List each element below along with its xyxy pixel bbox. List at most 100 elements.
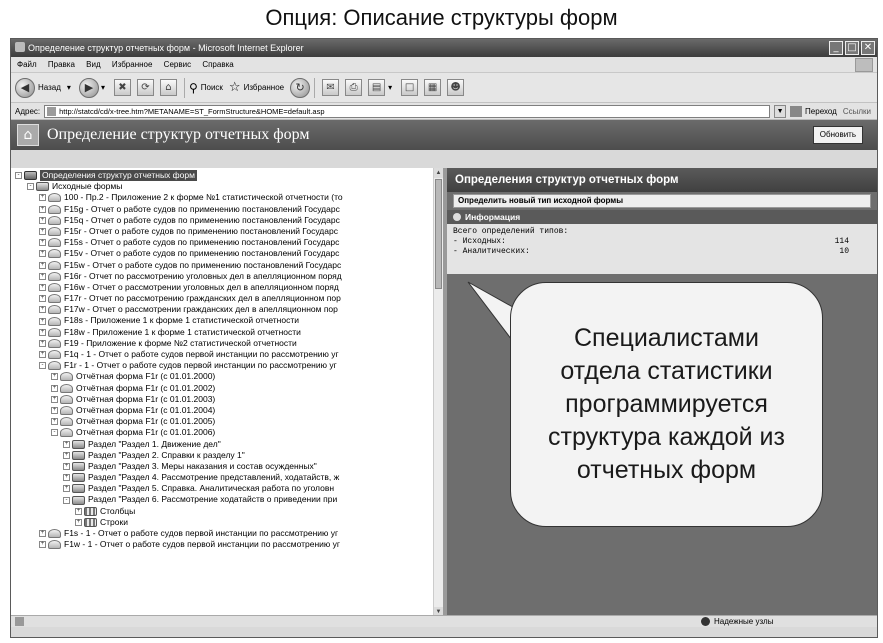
expand-icon[interactable]: + bbox=[63, 451, 70, 459]
address-dropdown-icon[interactable]: ▼ bbox=[774, 104, 787, 118]
mail-icon[interactable]: ✉ bbox=[322, 79, 340, 96]
expand-icon[interactable]: + bbox=[63, 440, 70, 448]
tree-node[interactable]: + Раздел "Раздел 4. Рассмотрение представ… bbox=[15, 472, 433, 483]
forward-arrow-icon[interactable]: ▶ bbox=[78, 77, 99, 98]
tree-vertical-scrollbar[interactable]: ▲ ▼ bbox=[433, 168, 443, 617]
expand-icon[interactable]: + bbox=[39, 530, 46, 538]
expand-icon[interactable]: + bbox=[39, 541, 46, 549]
tree-node[interactable]: + F15g - Отчет о работе судов по применен… bbox=[15, 204, 433, 215]
menu-edit[interactable]: Правка bbox=[48, 60, 75, 69]
tree-node-label[interactable]: F1r - 1 - Отчет о работе судов первой ин… bbox=[64, 360, 337, 371]
tree-node[interactable]: + F15r - Отчет о работе судов по применен… bbox=[15, 226, 433, 237]
address-input[interactable]: http://statcd/cd/x-tree.htm?METANAME=ST_… bbox=[44, 104, 771, 118]
collapse-icon[interactable]: - bbox=[63, 496, 70, 504]
expand-icon[interactable]: + bbox=[51, 395, 58, 403]
tree-node-label[interactable]: F15v - Отчет о работе судов по применени… bbox=[64, 248, 339, 259]
tree-node-label[interactable]: Раздел "Раздел 5. Справка. Аналитическая… bbox=[88, 483, 334, 494]
tree-node-label[interactable]: Отчётная форма F1r (с 01.01.2003) bbox=[76, 394, 215, 405]
expand-icon[interactable]: + bbox=[39, 317, 46, 325]
tree-node-label[interactable]: F17w - Отчет о рассмотрении гражданских … bbox=[64, 304, 338, 315]
tree-node-label[interactable]: F16w - Отчет о рассмотрении уголовных де… bbox=[64, 282, 339, 293]
messenger-icon[interactable]: ☻ bbox=[447, 79, 465, 96]
expand-icon[interactable]: + bbox=[39, 261, 46, 269]
tree-node[interactable]: + F17w - Отчет о рассмотрении гражданских… bbox=[15, 304, 433, 315]
tree-node[interactable]: - F1r - 1 - Отчет о работе судов первой и… bbox=[15, 360, 433, 371]
tree-node[interactable]: + F17r - Отчет по рассмотрению граждански… bbox=[15, 293, 433, 304]
menu-favorites[interactable]: Избранное bbox=[112, 60, 153, 69]
tree-node[interactable]: + F15w - Отчет о работе судов по применен… bbox=[15, 260, 433, 271]
expand-icon[interactable]: + bbox=[39, 339, 46, 347]
tree-node-label[interactable]: Раздел "Раздел 4. Рассмотрение представл… bbox=[88, 472, 339, 483]
scroll-thumb[interactable] bbox=[435, 179, 442, 289]
tree-node[interactable]: + Отчётная форма F1r (с 01.01.2002) bbox=[15, 383, 433, 394]
tree-node-label[interactable]: Раздел "Раздел 6. Рассмотрение ходатайст… bbox=[88, 494, 337, 505]
expand-icon[interactable]: + bbox=[51, 384, 58, 392]
minimize-button[interactable]: _ bbox=[829, 41, 843, 55]
refresh-icon[interactable]: ⟳ bbox=[136, 79, 154, 96]
tree-node[interactable]: + F15s - Отчет о работе судов по применен… bbox=[15, 237, 433, 248]
tree-node-label[interactable]: F18w - Приложение 1 к форме 1 статистиче… bbox=[64, 327, 301, 338]
tree-node-label[interactable]: Отчётная форма F1r (с 01.01.2006) bbox=[76, 427, 215, 438]
tree-node[interactable]: + F15v - Отчет о работе судов по применен… bbox=[15, 248, 433, 259]
tree-node[interactable]: + Отчётная форма F1r (с 01.01.2004) bbox=[15, 405, 433, 416]
tree-node-label[interactable]: Отчётная форма F1r (с 01.01.2005) bbox=[76, 416, 215, 427]
info-section-header[interactable]: Информация bbox=[447, 210, 877, 224]
tree-node[interactable]: + F16r - Отчет по рассмотрению уголовных … bbox=[15, 271, 433, 282]
expand-icon[interactable]: + bbox=[51, 373, 58, 381]
expand-icon[interactable]: + bbox=[39, 205, 46, 213]
discuss-icon[interactable]: □ bbox=[401, 79, 419, 96]
go-button[interactable]: Переход bbox=[805, 107, 837, 116]
forward-dropdown-icon[interactable]: ▾ bbox=[101, 83, 105, 92]
tree-node-label[interactable]: F15q - Отчет о работе судов по применени… bbox=[64, 215, 340, 226]
tree-node-label[interactable]: Исходные формы bbox=[52, 181, 122, 192]
tree-node[interactable]: + F1s - 1 - Отчет о работе судов первой и… bbox=[15, 528, 433, 539]
tree-node[interactable]: + F1w - 1 - Отчет о работе судов первой и… bbox=[15, 539, 433, 550]
tree-node-label[interactable]: F18s - Приложение 1 к форме 1 статистиче… bbox=[64, 315, 299, 326]
expand-icon[interactable]: + bbox=[63, 474, 70, 482]
expand-icon[interactable]: + bbox=[39, 272, 46, 280]
history-icon[interactable]: ↻ bbox=[290, 77, 311, 98]
expand-icon[interactable]: + bbox=[63, 462, 70, 470]
maximize-button[interactable]: □ bbox=[845, 41, 859, 55]
menu-file[interactable]: Файл bbox=[17, 60, 37, 69]
tree-node-label[interactable]: F19 - Приложение к форме №2 статистическ… bbox=[64, 338, 297, 349]
tree-node[interactable]: + Раздел "Раздел 5. Справка. Аналитическа… bbox=[15, 483, 433, 494]
tree-node-label[interactable]: F1w - 1 - Отчет о работе судов первой ин… bbox=[64, 539, 340, 550]
edit-dropdown-icon[interactable]: ▾ bbox=[388, 83, 392, 92]
address-url[interactable]: http://statcd/cd/x-tree.htm?METANAME=ST_… bbox=[59, 106, 324, 117]
tree-node-label[interactable]: F15w - Отчет о работе судов по применени… bbox=[64, 260, 341, 271]
research-icon[interactable]: ▦ bbox=[424, 79, 442, 96]
tree-node-label[interactable]: Раздел "Раздел 2. Справки к разделу 1" bbox=[88, 450, 245, 461]
tree-node[interactable]: - Исходные формы bbox=[15, 181, 433, 192]
menu-tools[interactable]: Сервис bbox=[164, 60, 191, 69]
tree-node[interactable]: + Столбцы bbox=[15, 506, 433, 517]
expand-icon[interactable]: + bbox=[39, 239, 46, 247]
search-icon[interactable]: ⚲ bbox=[189, 81, 198, 95]
tree-node[interactable]: + Раздел "Раздел 3. Меры наказания и сост… bbox=[15, 461, 433, 472]
tree-node-label[interactable]: F1s - 1 - Отчет о работе судов первой ин… bbox=[64, 528, 338, 539]
tree-node-label[interactable]: F1q - 1 - Отчет о работе судов первой ин… bbox=[64, 349, 339, 360]
expand-icon[interactable]: + bbox=[75, 518, 82, 526]
tree-node-label[interactable]: 100 - Пр.2 - Приложение 2 к форме №1 ста… bbox=[64, 192, 343, 203]
back-dropdown-icon[interactable]: ▾ bbox=[67, 83, 71, 92]
links-button[interactable]: Ссылки bbox=[843, 107, 871, 116]
collapse-icon[interactable]: - bbox=[39, 362, 46, 370]
tree-node[interactable]: + F15q - Отчет о работе судов по применен… bbox=[15, 215, 433, 226]
collapse-icon[interactable]: - bbox=[15, 172, 22, 180]
tree-node[interactable]: + F19 - Приложение к форме №2 статистичес… bbox=[15, 338, 433, 349]
tree-node-label[interactable]: Раздел "Раздел 3. Меры наказания и соста… bbox=[88, 461, 317, 472]
expand-icon[interactable]: + bbox=[39, 306, 46, 314]
tree-node[interactable]: + F1q - 1 - Отчет о работе судов первой и… bbox=[15, 349, 433, 360]
stop-icon[interactable]: ✖ bbox=[113, 79, 131, 96]
print-icon[interactable]: ⎙ bbox=[345, 79, 363, 96]
tree-node-label[interactable]: F15s - Отчет о работе судов по применени… bbox=[64, 237, 339, 248]
home-icon[interactable]: ⌂ bbox=[159, 79, 177, 96]
tree-node-label[interactable]: F17r - Отчет по рассмотрению гражданских… bbox=[64, 293, 341, 304]
expand-icon[interactable]: + bbox=[39, 216, 46, 224]
tree-node[interactable]: + F18w - Приложение 1 к форме 1 статистич… bbox=[15, 327, 433, 338]
expand-icon[interactable]: + bbox=[39, 351, 46, 359]
expand-icon[interactable]: + bbox=[39, 295, 46, 303]
tree-node[interactable]: - Определения структур отчетных форм bbox=[15, 170, 433, 182]
tree-node[interactable]: + Отчётная форма F1r (с 01.01.2000) bbox=[15, 371, 433, 382]
tree-node[interactable]: + Отчётная форма F1r (с 01.01.2003) bbox=[15, 394, 433, 405]
